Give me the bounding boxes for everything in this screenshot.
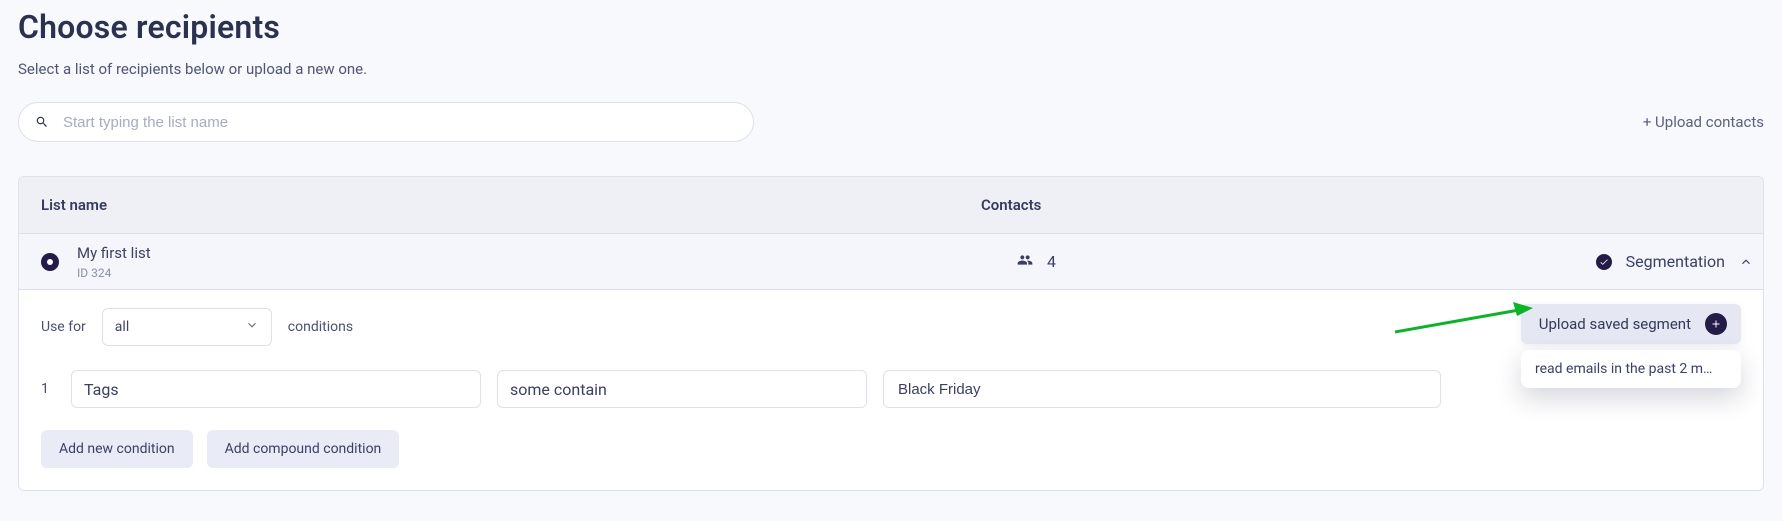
condition-value-input-wrap[interactable] [883, 370, 1441, 408]
add-condition-button[interactable]: Add new condition [41, 430, 193, 468]
condition-operator-value: some contain [510, 380, 607, 399]
chevron-up-icon[interactable] [1739, 255, 1753, 269]
row-contacts: 4 [1047, 252, 1056, 271]
condition-operator-select[interactable]: some contain [497, 370, 867, 408]
page-title: Choose recipients [18, 8, 1764, 46]
col-contacts: Contacts [981, 196, 1041, 214]
col-name: List name [41, 196, 107, 214]
recipients-table: List name Contacts My first list ID 324 … [18, 176, 1764, 491]
segmentation-panel: Use for all conditions Upload saved segm… [19, 289, 1763, 490]
upload-contacts-link[interactable]: + Upload contacts [1643, 113, 1764, 131]
upload-saved-segment-label: Upload saved segment [1539, 315, 1691, 333]
condition-field-select[interactable]: Tags [71, 370, 481, 408]
add-compound-condition-button[interactable]: Add compound condition [207, 430, 400, 468]
check-icon [1596, 254, 1612, 270]
condition-value-input[interactable] [896, 380, 1428, 399]
condition-index: 1 [41, 381, 55, 397]
conditions-label: conditions [288, 319, 353, 335]
table-row[interactable]: My first list ID 324 4 Segmentation [19, 233, 1763, 289]
row-name: My first list [77, 244, 151, 262]
saved-segment-menu-label: read emails in the past 2 m… [1535, 361, 1712, 377]
saved-segment-menu-item[interactable]: read emails in the past 2 m… [1521, 350, 1741, 388]
row-radio[interactable] [41, 253, 59, 271]
row-id: ID 324 [77, 266, 151, 280]
plus-icon [1705, 313, 1727, 335]
people-icon [1017, 252, 1033, 272]
segmentation-label: Segmentation [1626, 252, 1725, 271]
condition-row: 1 Tags some contain [41, 370, 1741, 408]
match-select-value: all [115, 319, 129, 335]
chevron-down-icon [245, 318, 259, 336]
search-input-wrap[interactable] [18, 102, 754, 142]
table-header: List name Contacts [19, 177, 1763, 233]
page-subtitle: Select a list of recipients below or upl… [18, 60, 1764, 78]
upload-saved-segment-button[interactable]: Upload saved segment [1521, 304, 1741, 344]
usefor-label: Use for [41, 319, 86, 335]
search-input[interactable] [61, 113, 737, 132]
condition-field-value: Tags [84, 380, 119, 399]
match-select[interactable]: all [102, 308, 272, 346]
search-icon [35, 115, 49, 129]
